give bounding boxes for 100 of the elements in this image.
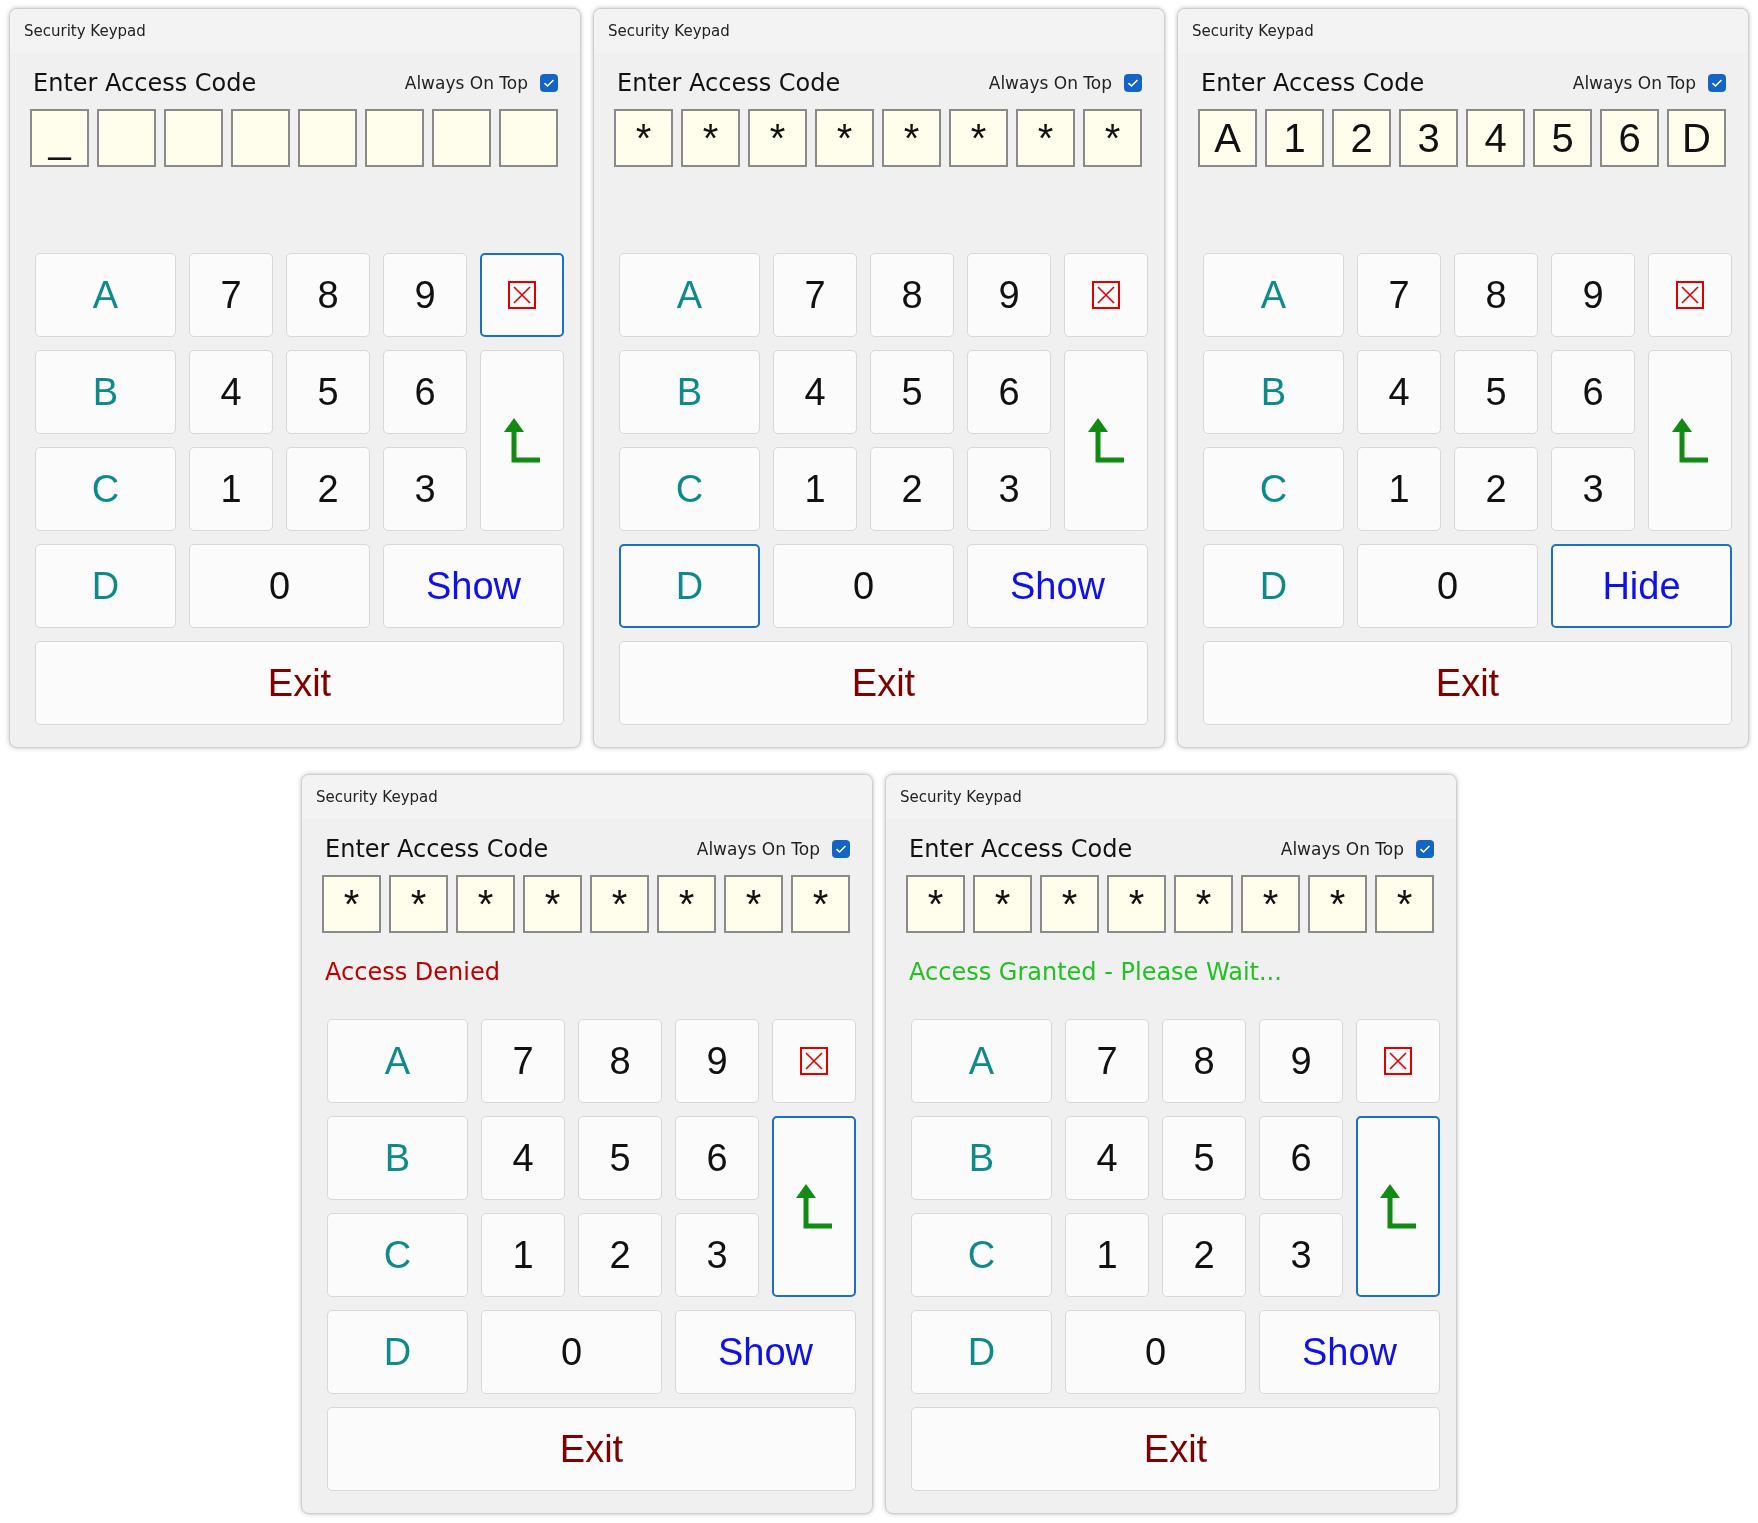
code-cell: 2 (1332, 109, 1391, 167)
digit-key[interactable]: 9 (1551, 253, 1635, 337)
letter-key[interactable]: C (1203, 447, 1344, 531)
exit-button[interactable]: Exit (1203, 641, 1732, 725)
digit-key[interactable]: 9 (675, 1019, 759, 1103)
letter-key[interactable]: A (911, 1019, 1052, 1103)
letter-key[interactable]: B (35, 350, 176, 434)
show-hide-button[interactable]: Show (967, 544, 1148, 628)
exit-button[interactable]: Exit (619, 641, 1148, 725)
show-hide-button[interactable]: Show (1259, 1310, 1440, 1394)
clear-key[interactable] (480, 253, 564, 337)
code-cell: * (949, 109, 1008, 167)
digit-key[interactable]: 3 (1259, 1213, 1343, 1297)
digit-key[interactable]: 7 (189, 253, 273, 337)
digit-key[interactable]: 2 (578, 1213, 662, 1297)
enter-key[interactable] (772, 1116, 856, 1297)
digit-key[interactable]: 8 (870, 253, 954, 337)
exit-button[interactable]: Exit (327, 1407, 856, 1491)
digit-key[interactable]: 9 (1259, 1019, 1343, 1103)
show-hide-button[interactable]: Show (675, 1310, 856, 1394)
letter-key[interactable]: D (1203, 544, 1344, 628)
checkbox[interactable] (540, 74, 558, 92)
letter-key[interactable]: A (327, 1019, 468, 1103)
code-cell: * (1375, 875, 1434, 933)
digit-key[interactable]: 0 (481, 1310, 662, 1394)
digit-key[interactable]: 2 (286, 447, 370, 531)
digit-key[interactable]: 8 (578, 1019, 662, 1103)
letter-key[interactable]: B (327, 1116, 468, 1200)
digit-key[interactable]: 6 (1259, 1116, 1343, 1200)
show-hide-button[interactable]: Show (383, 544, 564, 628)
digit-key[interactable]: 7 (481, 1019, 565, 1103)
letter-key[interactable]: C (35, 447, 176, 531)
status-message: Access Denied (325, 958, 500, 986)
digit-key[interactable]: 7 (773, 253, 857, 337)
digit-key[interactable]: 2 (1454, 447, 1538, 531)
checkbox[interactable] (832, 840, 850, 858)
digit-key[interactable]: 4 (1065, 1116, 1149, 1200)
digit-key[interactable]: 6 (675, 1116, 759, 1200)
letter-key[interactable]: C (911, 1213, 1052, 1297)
enter-key[interactable] (1356, 1116, 1440, 1297)
digit-key[interactable]: 6 (383, 350, 467, 434)
letter-key[interactable]: C (327, 1213, 468, 1297)
checkbox[interactable] (1416, 840, 1434, 858)
code-cell (499, 109, 558, 167)
letter-key[interactable]: D (619, 544, 760, 628)
digit-key[interactable]: 4 (189, 350, 273, 434)
digit-key[interactable]: 8 (1454, 253, 1538, 337)
checkbox[interactable] (1124, 74, 1142, 92)
checkbox[interactable] (1708, 74, 1726, 92)
digit-key[interactable]: 9 (383, 253, 467, 337)
digit-key[interactable]: 3 (1551, 447, 1635, 531)
digit-key[interactable]: 7 (1065, 1019, 1149, 1103)
digit-key[interactable]: 4 (773, 350, 857, 434)
digit-key[interactable]: 3 (967, 447, 1051, 531)
digit-key[interactable]: 3 (675, 1213, 759, 1297)
letter-key[interactable]: A (1203, 253, 1344, 337)
show-hide-button[interactable]: Hide (1551, 544, 1732, 628)
digit-key[interactable]: 5 (1454, 350, 1538, 434)
digit-key[interactable]: 5 (286, 350, 370, 434)
code-cell: * (590, 875, 649, 933)
code-cell (365, 109, 424, 167)
digit-key[interactable]: 5 (870, 350, 954, 434)
clear-icon (1675, 280, 1705, 310)
digit-key[interactable]: 0 (189, 544, 370, 628)
digit-key[interactable]: 1 (1065, 1213, 1149, 1297)
code-cell: * (906, 875, 965, 933)
digit-key[interactable]: 2 (1162, 1213, 1246, 1297)
exit-button[interactable]: Exit (911, 1407, 1440, 1491)
digit-key[interactable]: 0 (773, 544, 954, 628)
digit-key[interactable]: 9 (967, 253, 1051, 337)
digit-key[interactable]: 5 (1162, 1116, 1246, 1200)
letter-key[interactable]: D (327, 1310, 468, 1394)
digit-key[interactable]: 1 (773, 447, 857, 531)
digit-key[interactable]: 3 (383, 447, 467, 531)
letter-key[interactable]: B (911, 1116, 1052, 1200)
clear-icon (507, 280, 537, 310)
digit-key[interactable]: 0 (1065, 1310, 1246, 1394)
letter-key[interactable]: A (619, 253, 760, 337)
digit-key[interactable]: 8 (286, 253, 370, 337)
code-cell: * (523, 875, 582, 933)
digit-key[interactable]: 2 (870, 447, 954, 531)
digit-key[interactable]: 1 (481, 1213, 565, 1297)
letter-key[interactable]: D (911, 1310, 1052, 1394)
digit-key[interactable]: 1 (1357, 447, 1441, 531)
letter-key[interactable]: B (619, 350, 760, 434)
digit-key[interactable]: 1 (189, 447, 273, 531)
digit-key[interactable]: 6 (1551, 350, 1635, 434)
letter-key[interactable]: D (35, 544, 176, 628)
letter-key[interactable]: C (619, 447, 760, 531)
letter-key[interactable]: A (35, 253, 176, 337)
exit-button[interactable]: Exit (35, 641, 564, 725)
digit-key[interactable]: 4 (481, 1116, 565, 1200)
digit-key[interactable]: 8 (1162, 1019, 1246, 1103)
digit-key[interactable]: 0 (1357, 544, 1538, 628)
checkbox-label: Always On Top (1572, 73, 1696, 93)
digit-key[interactable]: 7 (1357, 253, 1441, 337)
digit-key[interactable]: 4 (1357, 350, 1441, 434)
digit-key[interactable]: 5 (578, 1116, 662, 1200)
digit-key[interactable]: 6 (967, 350, 1051, 434)
letter-key[interactable]: B (1203, 350, 1344, 434)
